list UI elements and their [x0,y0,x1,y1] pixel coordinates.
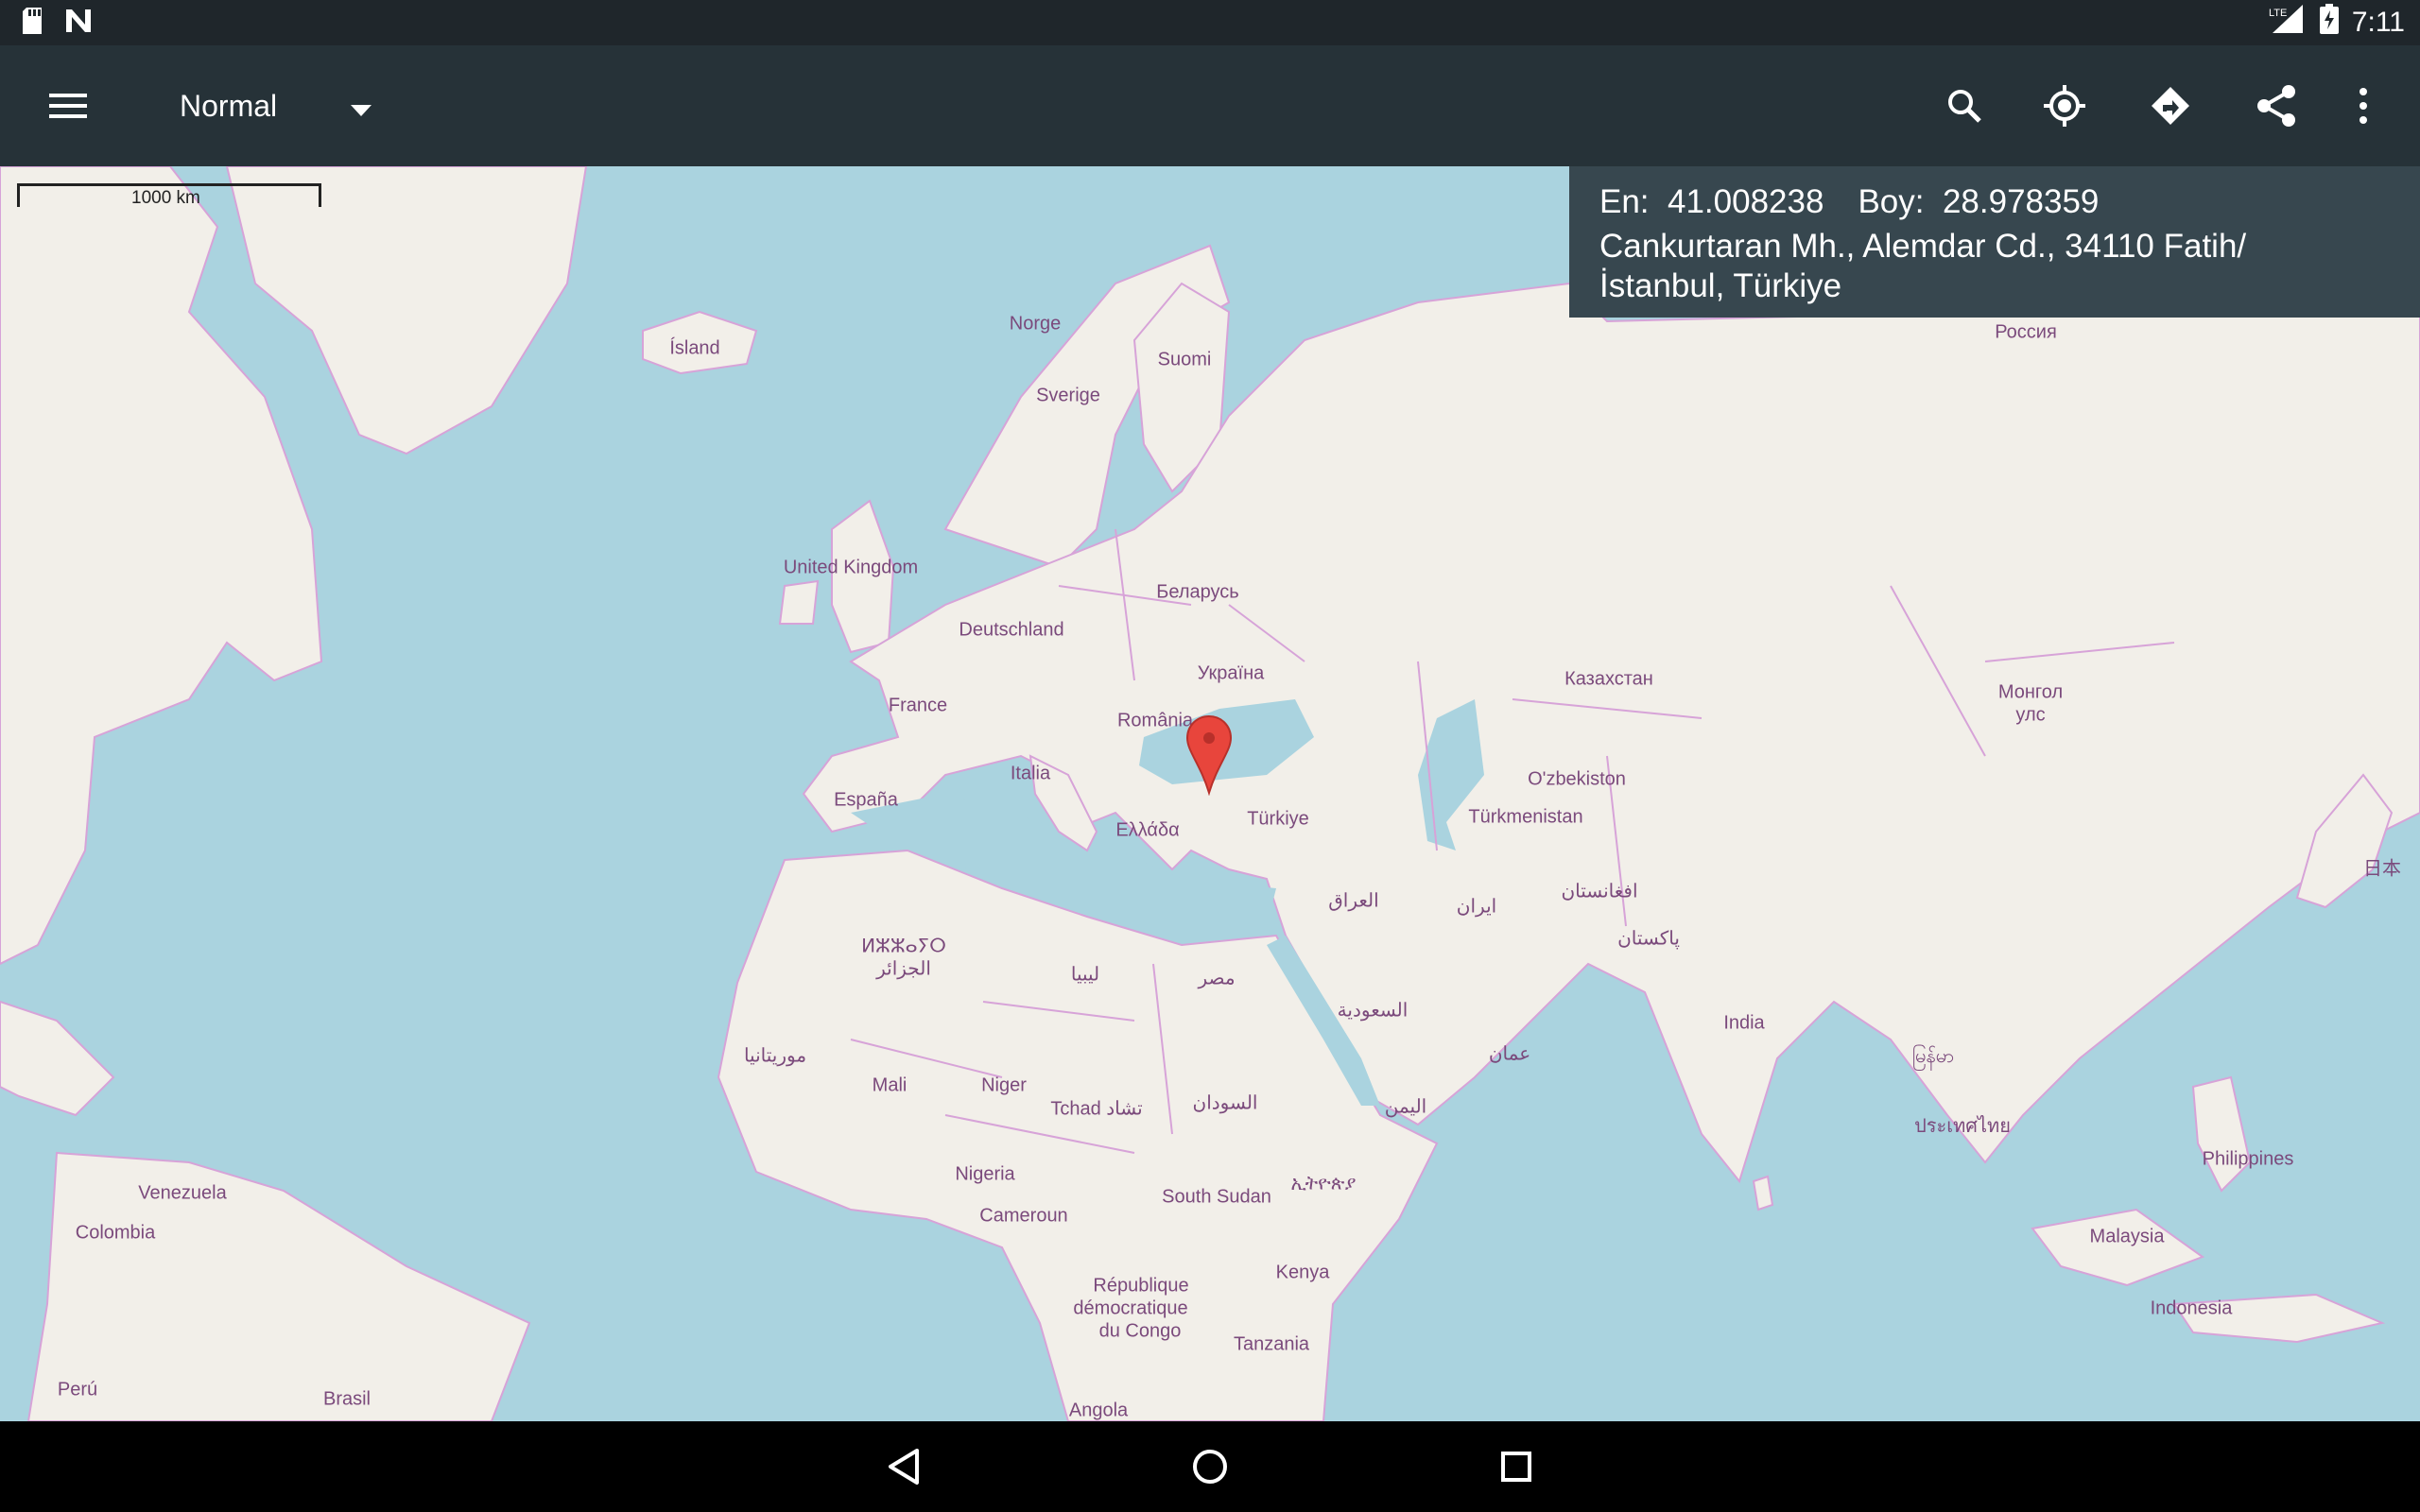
latitude: En: 41.008238 [1599,183,1824,221]
address: Cankurtaran Mh., Alemdar Cd., 34110 Fati… [1599,227,2375,306]
n-notification-icon [64,8,93,39]
sd-card-icon [21,8,43,39]
coordinates-row: En: 41.008238 Boy: 28.978359 [1599,183,2099,221]
map-label-venezuela: Venezuela [138,1182,227,1204]
chevron-down-icon [351,89,372,124]
map-label-afghanistan: افغانستان [1561,881,1638,902]
hamburger-menu-icon[interactable] [42,79,95,132]
directions-icon[interactable] [2144,79,2197,132]
map-label-belarus: Беларусь [1156,581,1239,603]
map-label-drc-2: démocratique [1073,1297,1188,1319]
map-label-norway: Norge [1009,313,1062,335]
address-line-1: Cankurtaran Mh., Alemdar Cd., 34110 Fati… [1599,228,2247,265]
map-label-india: India [1723,1012,1765,1034]
map-label-mongolia-2: улс [2015,704,2046,726]
longitude: Boy: 28.978359 [1858,183,2099,221]
map-label-sweden: Sverige [1036,385,1100,406]
search-icon[interactable] [1938,79,1991,132]
system-navigation-bar [0,1421,2420,1512]
more-vert-icon[interactable] [2337,79,2390,132]
latitude-label: En: [1599,183,1650,220]
map-label-south-sudan: South Sudan [1162,1186,1271,1208]
battery-charging-icon [2319,4,2339,42]
scale-label: 1000 km [131,188,200,208]
longitude-value: 28.978359 [1942,183,2100,220]
map-label-drc-1: République [1093,1275,1189,1297]
map-label-ukraine: Україна [1197,662,1265,684]
map-label-turkmenistan: Türkmenistan [1468,806,1583,828]
map-label-romania: România [1116,710,1194,731]
map-label-iraq: العراق [1328,890,1379,912]
map-label-malaysia: Malaysia [2089,1226,2165,1247]
map-label-nigeria: Nigeria [955,1163,1015,1185]
signal-icon: LTE [2269,5,2307,41]
map-label-mauritania: موريتانيا [743,1045,807,1067]
my-location-icon[interactable] [2038,79,2091,132]
latitude-value: 41.008238 [1668,183,1824,220]
map-label-turkey: Türkiye [1247,808,1309,830]
map-label-yemen: اليمن [1384,1096,1427,1118]
map-label-tanzania: Tanzania [1233,1333,1310,1355]
map-label-thailand: ประเทศไทย [1914,1116,2011,1137]
map-label-philippines: Philippines [2202,1148,2294,1170]
app-toolbar: Normal [0,45,2420,166]
map-label-finland: Suomi [1157,349,1212,370]
map-label-uzbekistan: O'zbekiston [1528,768,1626,790]
map-label-mongolia-1: Монгол [1997,681,2064,703]
map-label-spain: España [834,789,898,811]
map-label-kazakhstan: Казахстан [1564,668,1653,690]
map-label-france: France [888,695,948,716]
status-time: 7:11 [2351,7,2405,38]
status-bar: LTE 7:11 [0,0,2420,45]
map-label-japan: 日本 [2363,858,2401,880]
recents-icon[interactable] [1490,1440,1543,1493]
map-label-myanmar: မြန်မာ [1911,1046,1955,1067]
map-label-saudi-arabia: السعودية [1337,1000,1409,1022]
map-label-oman: عمان [1488,1043,1531,1065]
location-info-panel[interactable]: En: 41.008238 Boy: 28.978359 Cankurtaran… [1569,166,2420,318]
map-label-indonesia: Indonesia [2150,1297,2233,1319]
map-label-germany: Deutschland [959,619,1064,641]
map-label-cameroon: Cameroun [979,1205,1068,1227]
map-label-italy: Italia [1010,763,1051,784]
map-label-algeria-tifinagh: ⵍⵣⵣⴰⵢⵔ [861,936,946,957]
map-label-uk: United Kingdom [783,557,919,578]
network-type-label: LTE [2269,8,2287,19]
map-scale-bar: 1000 km [17,183,321,208]
map-label-niger: Niger [981,1074,1027,1096]
map-label-libya: ليبيا [1070,964,1100,986]
home-icon[interactable] [1184,1440,1236,1493]
map-label-algeria: الجزائر [876,958,931,980]
map-label-mali: Mali [872,1074,908,1096]
map-label-sudan: السودان [1192,1092,1258,1114]
map-label-peru: Perú [57,1379,98,1400]
map-type-value: Normal [180,88,278,123]
map-label-drc-3: du Congo [1098,1320,1182,1342]
map-label-iceland: Ísland [669,337,720,359]
map-label-kenya: Kenya [1275,1262,1330,1283]
map-label-ethiopia: ኢትዮጵያ [1290,1173,1357,1194]
map-label-colombia: Colombia [75,1222,156,1244]
map-label-egypt: مصر [1198,968,1236,989]
map-label-iran: ایران [1456,896,1497,918]
longitude-label: Boy: [1858,183,1925,220]
map-type-dropdown[interactable]: Normal [180,83,372,129]
map-label-pakistan: پاکستان [1617,928,1680,950]
address-line-2: İstanbul, Türkiye [1599,267,1842,304]
location-marker-icon[interactable] [1185,714,1233,797]
map-label-brazil: Brasil [322,1388,372,1410]
map-label-greece: Ελλάδα [1115,819,1180,841]
back-icon[interactable] [877,1440,930,1493]
map-label-chad: Tchad تشاد [1050,1098,1143,1120]
share-icon[interactable] [2250,79,2303,132]
map-label-russia: Россия [1995,321,2057,343]
map-label-angola: Angola [1068,1400,1129,1421]
